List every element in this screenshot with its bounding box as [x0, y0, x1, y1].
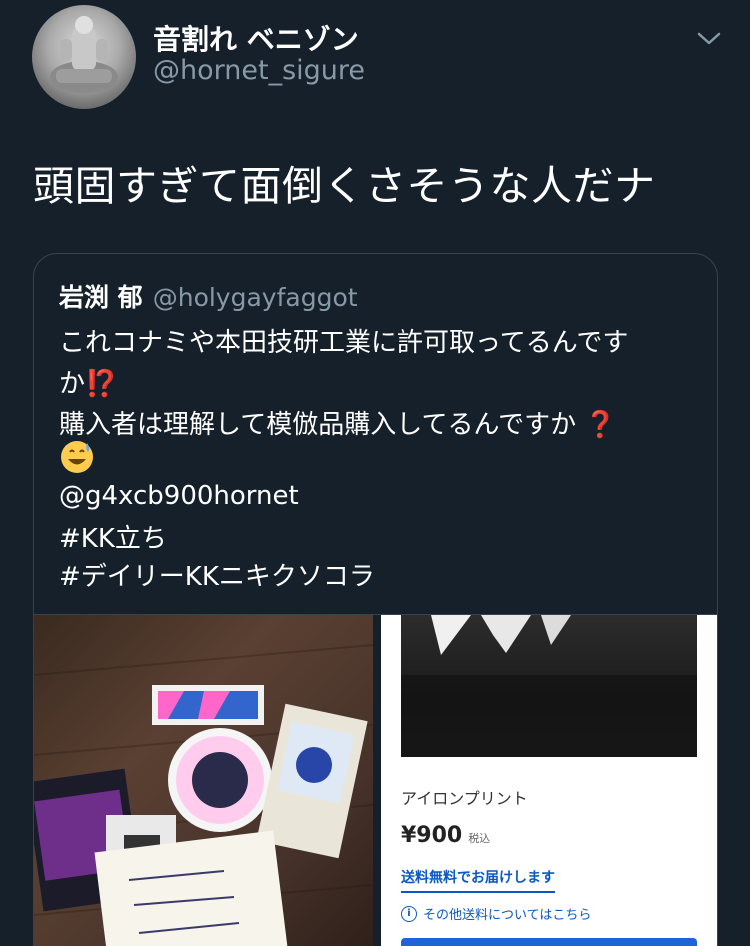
product-listing-image[interactable]: アイロンプリント ¥900 税込 送料無料でお届けします i その他送料については… [381, 615, 717, 946]
quoted-text-line-2: か⁉️ [59, 363, 117, 400]
display-name[interactable]: 音割れ ベニゾン [153, 18, 359, 58]
info-icon: i [401, 905, 417, 922]
quoted-text-line-2-text: か [59, 369, 86, 399]
shipping-info-link: i その他送料についてはこちら [401, 904, 591, 923]
free-shipping-label: 送料無料でお届けします [401, 867, 555, 893]
quoted-tweet-card[interactable]: 岩渕 郁 @holygayfaggot これコナミや本田技研工業に許可取ってるんで… [33, 253, 718, 946]
avatar-figure-icon [50, 16, 118, 93]
tweet-text: 頭固すぎて面倒くさそうな人だナ [33, 162, 656, 210]
product-name: アイロンプリント [401, 789, 528, 808]
quoted-display-name: 岩渕 郁 [59, 283, 143, 312]
interrobang-icon: ⁉️ [85, 369, 118, 399]
photo-stickers-image[interactable] [34, 615, 373, 946]
hashtag-link-2[interactable]: #デイリーKKニキクソコラ [59, 556, 375, 593]
product-price: ¥900 税込 [401, 823, 490, 848]
quoted-tweet-author: 岩渕 郁 @holygayfaggot [59, 278, 358, 314]
sweat-smile-icon [59, 439, 95, 475]
purchase-button [401, 938, 697, 946]
tax-label: 税込 [468, 832, 491, 845]
mention-link[interactable]: @g4xcb900hornet [59, 481, 299, 511]
question-mark-icon: ❓ [584, 410, 617, 440]
quoted-text-line-1: これコナミや本田技研工業に許可取ってるんです [59, 328, 629, 358]
product-photo [401, 615, 697, 757]
quoted-text-line-3-text: 購入者は理解して模倣品購入してるんですか [59, 410, 577, 440]
quoted-text-line-3: 購入者は理解して模倣品購入してるんですか ❓ [59, 404, 617, 441]
price-value: ¥900 [401, 823, 463, 848]
avatar[interactable] [32, 5, 136, 109]
chevron-down-icon[interactable] [694, 26, 724, 50]
quoted-media[interactable]: アイロンプリント ¥900 税込 送料無料でお届けします i その他送料については… [34, 614, 717, 946]
quoted-user-handle: @holygayfaggot [152, 283, 358, 312]
user-handle[interactable]: @hornet_sigure [153, 55, 365, 86]
media-divider [373, 615, 381, 946]
shipping-info-text: その他送料についてはこちら [423, 908, 592, 923]
hashtag-link-1[interactable]: #KK立ち [59, 518, 167, 555]
